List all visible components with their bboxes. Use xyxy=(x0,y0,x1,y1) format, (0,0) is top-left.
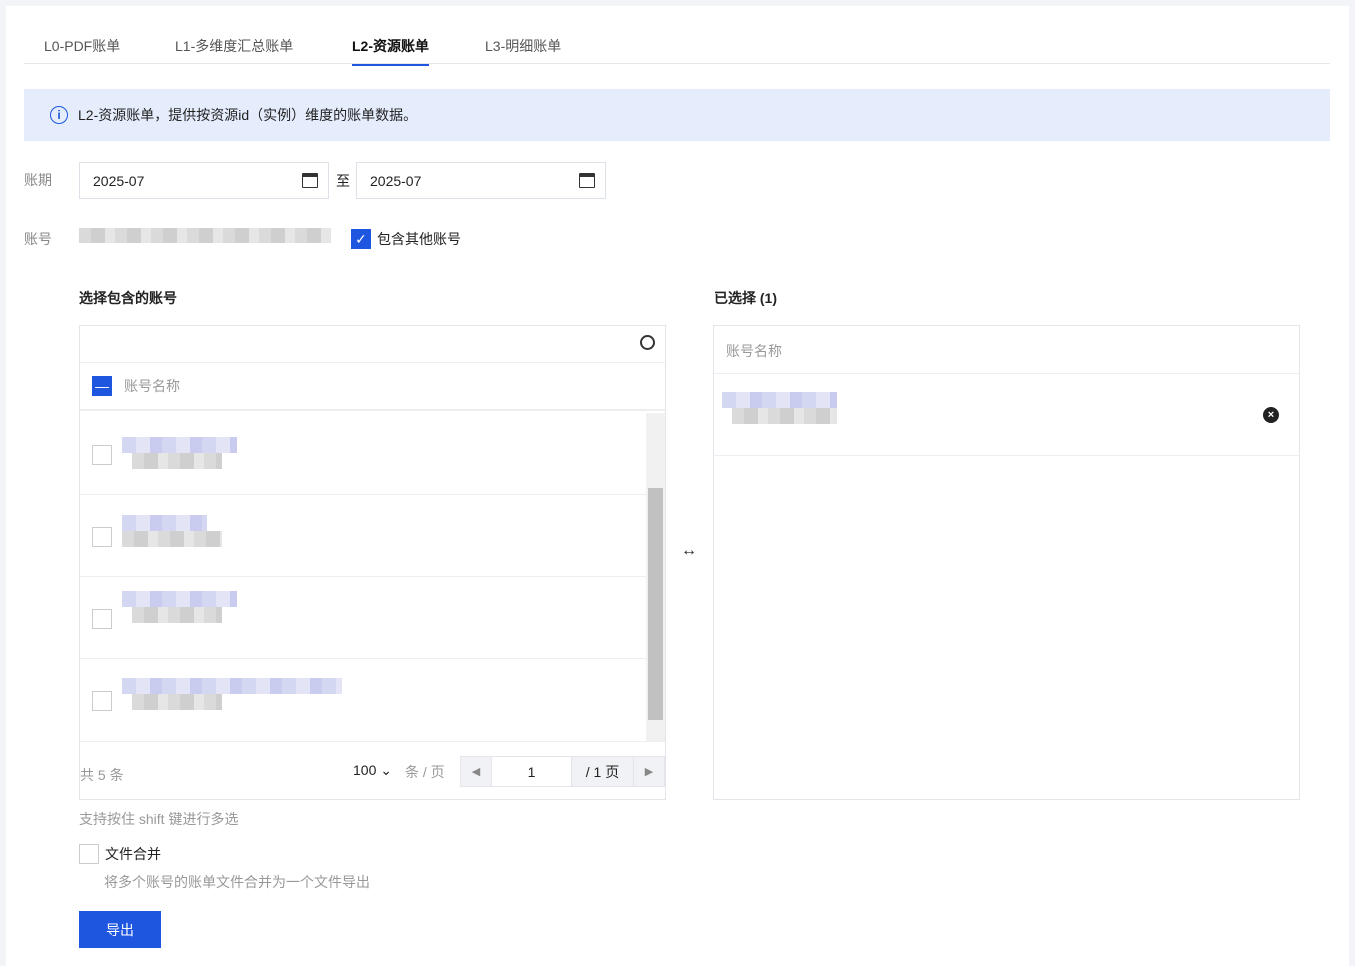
include-other-checkbox[interactable]: ✓ 包含其他账号 xyxy=(351,229,461,249)
end-date-input[interactable]: 2025-07 xyxy=(356,162,606,199)
remove-icon[interactable]: × xyxy=(1263,407,1279,423)
start-date-value: 2025-07 xyxy=(93,172,145,189)
merge-checkbox[interactable]: 文件合并 xyxy=(79,844,161,864)
info-icon: i xyxy=(50,106,68,124)
total-count: 共 5 条 xyxy=(80,767,124,783)
search-icon[interactable] xyxy=(640,335,655,350)
search-input[interactable] xyxy=(80,326,665,363)
selected-item: × xyxy=(714,374,1299,456)
tab-l1[interactable]: L1-多维度汇总账单 xyxy=(175,36,293,56)
pagination: 共 5 条 100 ⌄ 条 / 页 ◀ 1 / 1 页 ▶ xyxy=(80,741,665,799)
list-item[interactable] xyxy=(80,577,646,659)
account-list xyxy=(80,413,646,741)
item-checkbox[interactable] xyxy=(92,691,112,711)
period-label: 账期 xyxy=(24,172,52,188)
calendar-icon[interactable] xyxy=(579,173,595,188)
merge-label: 文件合并 xyxy=(105,846,161,862)
end-date-value: 2025-07 xyxy=(370,172,422,189)
transfer-arrows-icon: ↔ xyxy=(681,542,697,559)
tab-l2[interactable]: L2-资源账单 xyxy=(352,36,429,66)
column-header: 账号名称 xyxy=(714,326,1299,374)
tab-l0[interactable]: L0-PDF账单 xyxy=(44,36,120,56)
merge-checkbox-box[interactable] xyxy=(79,844,99,864)
page-size-value: 100 xyxy=(353,762,377,778)
source-list-panel: — 账号名称 共 5 条 100 ⌄ 条 / 页 ◀ 1 / 1 页 ▶ xyxy=(79,325,666,800)
left-panel-title: 选择包含的账号 xyxy=(79,290,177,306)
next-page-button[interactable]: ▶ xyxy=(633,756,665,787)
column-header: 账号名称 xyxy=(124,378,180,394)
tab-l3[interactable]: L3-明细账单 xyxy=(485,36,561,56)
page-input[interactable]: 1 xyxy=(491,756,572,787)
scrollbar-thumb[interactable] xyxy=(648,488,663,720)
page-size-select[interactable]: 100 ⌄ xyxy=(353,762,392,779)
item-checkbox[interactable] xyxy=(92,527,112,547)
merge-description: 将多个账号的账单文件合并为一个文件导出 xyxy=(104,874,370,890)
scrollbar[interactable] xyxy=(646,413,665,741)
per-page-label: 条 / 页 xyxy=(405,764,445,780)
tab-bar: L0-PDF账单 L1-多维度汇总账单 L2-资源账单 L3-明细账单 xyxy=(24,6,1330,66)
page-nav: ◀ 1 / 1 页 ▶ xyxy=(460,756,665,787)
page: L0-PDF账单 L1-多维度汇总账单 L2-资源账单 L3-明细账单 i L2… xyxy=(6,6,1349,966)
include-other-label: 包含其他账号 xyxy=(377,231,461,247)
start-date-input[interactable]: 2025-07 xyxy=(79,162,329,199)
item-checkbox[interactable] xyxy=(92,445,112,465)
selected-list-panel: 账号名称 × xyxy=(713,325,1300,800)
banner-text: L2-资源账单，提供按资源id（实例）维度的账单数据。 xyxy=(78,107,418,123)
item-checkbox[interactable] xyxy=(92,609,112,629)
list-item[interactable] xyxy=(80,495,646,577)
prev-page-button[interactable]: ◀ xyxy=(460,756,492,787)
page-total: / 1 页 xyxy=(571,756,634,787)
info-banner: i L2-资源账单，提供按资源id（实例）维度的账单数据。 xyxy=(24,89,1330,141)
shift-hint: 支持按住 shift 键进行多选 xyxy=(79,811,239,827)
check-icon: ✓ xyxy=(351,229,371,249)
date-separator: 至 xyxy=(336,173,350,189)
export-button[interactable]: 导出 xyxy=(79,911,161,948)
list-item[interactable] xyxy=(80,413,646,495)
list-item[interactable] xyxy=(80,659,646,741)
account-value-redacted xyxy=(79,228,331,243)
account-label: 账号 xyxy=(24,231,52,247)
calendar-icon[interactable] xyxy=(302,173,318,188)
right-panel-title: 已选择 (1) xyxy=(714,290,777,306)
select-all-checkbox[interactable]: — xyxy=(92,376,112,396)
